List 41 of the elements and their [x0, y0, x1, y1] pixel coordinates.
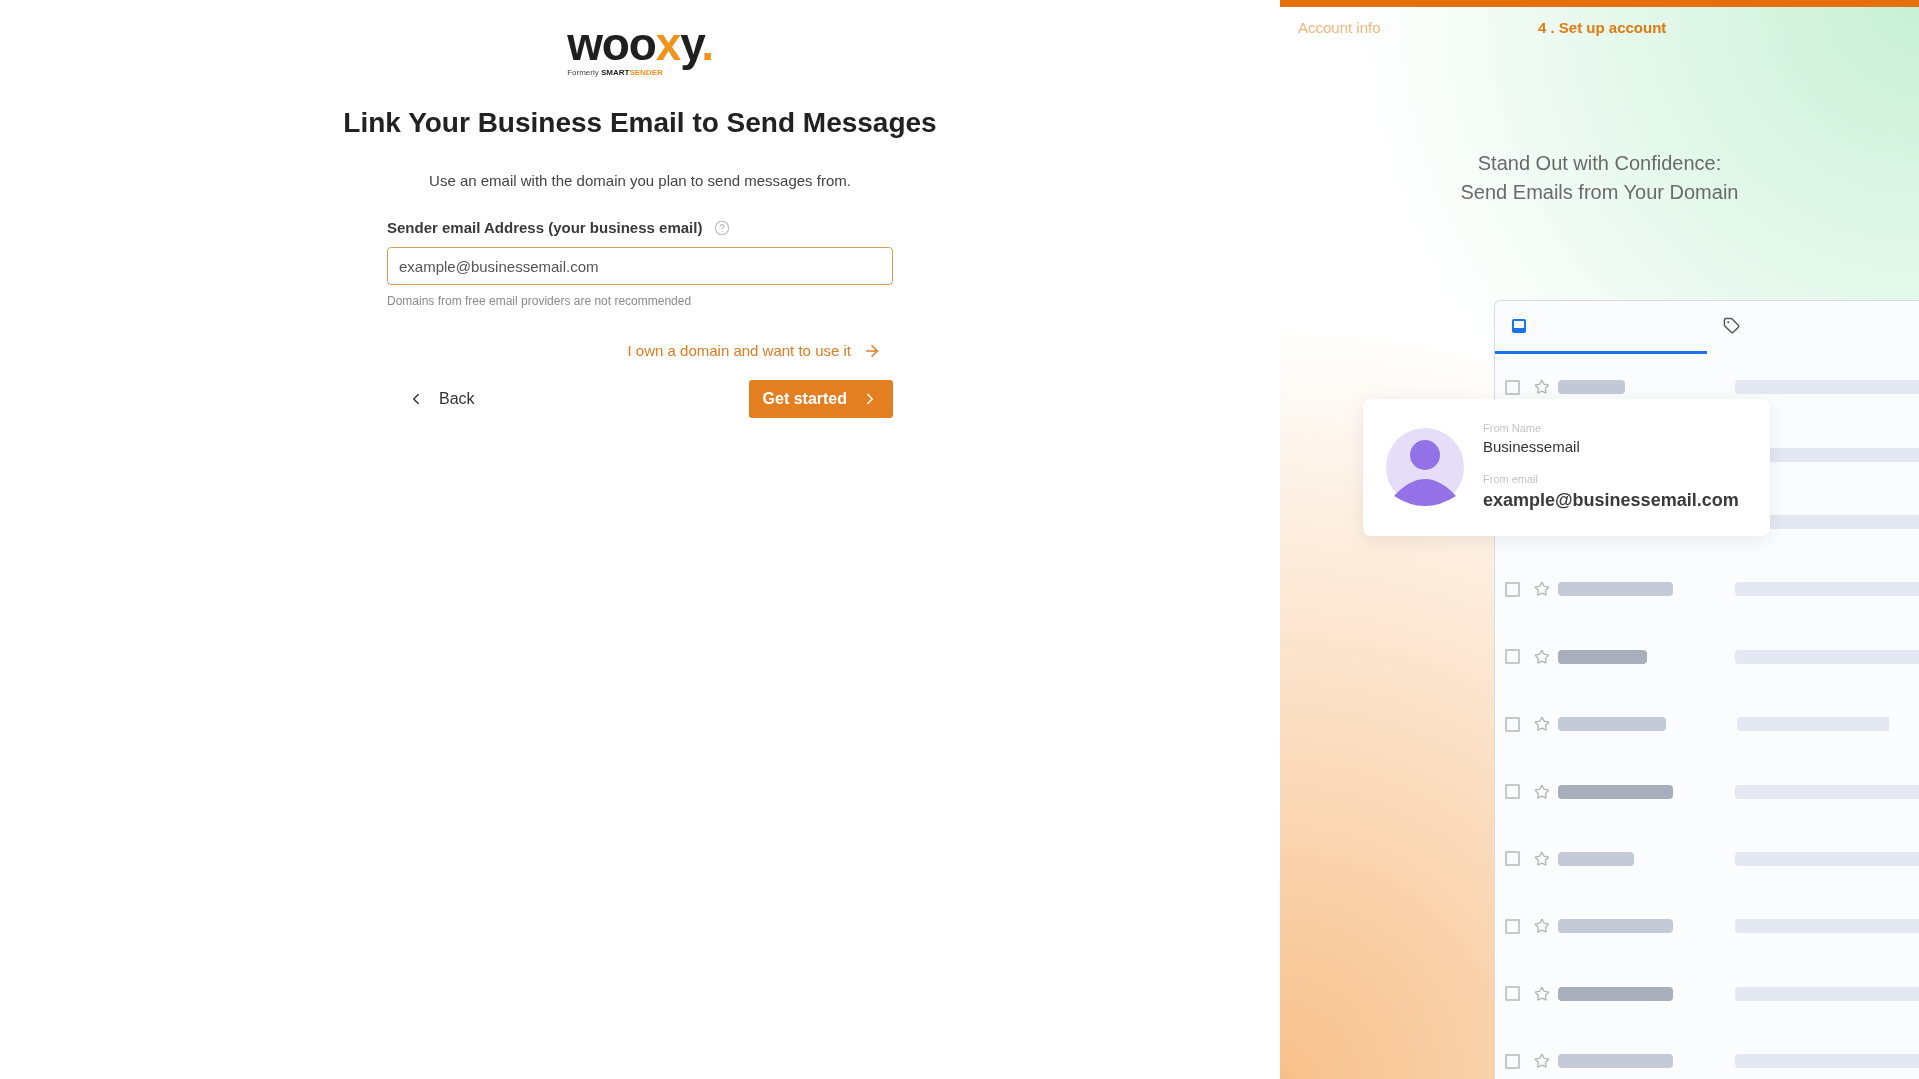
subtitle: Use an email with the domain you plan to send messages from. — [429, 171, 851, 191]
get-started-button[interactable]: Get started — [748, 379, 893, 418]
back-button[interactable]: Back — [407, 386, 475, 411]
headline: Stand Out with Confidence: — [1477, 150, 1722, 176]
logo-tagline: Formerly SMARTSENDER — [567, 68, 663, 78]
from-email: example@businessemail.com — [1483, 489, 1739, 513]
star-icon[interactable] — [1533, 581, 1550, 598]
row-checkbox[interactable] — [1505, 851, 1520, 867]
page-title: Link Your Business Email to Send Messages — [343, 106, 937, 140]
placeholder-bar — [1557, 380, 1626, 395]
row-checkbox[interactable] — [1505, 986, 1520, 1002]
field-label: Sender email Address (your business email) — [387, 217, 703, 238]
inbox-icon — [1511, 317, 1527, 334]
star-icon[interactable] — [1533, 985, 1550, 1002]
star-icon[interactable] — [1533, 918, 1550, 935]
help-icon[interactable] — [714, 219, 731, 236]
row-checkbox[interactable] — [1505, 716, 1520, 732]
from-name-label: From Name — [1483, 420, 1543, 436]
own-domain-link[interactable]: I own a domain and want to use it — [627, 340, 881, 363]
star-icon[interactable] — [1533, 648, 1550, 665]
star-icon[interactable] — [1533, 850, 1550, 867]
row-checkbox[interactable] — [1505, 784, 1520, 800]
star-icon[interactable] — [1534, 716, 1550, 733]
star-icon[interactable] — [1533, 1053, 1550, 1070]
avatar-icon — [1386, 428, 1464, 506]
star-icon[interactable] — [1533, 783, 1550, 800]
row-checkbox[interactable] — [1505, 649, 1520, 665]
row-checkbox[interactable] — [1505, 918, 1520, 934]
field-hint: Domains from free email providers are not recommended — [387, 293, 693, 310]
star-icon[interactable] — [1533, 379, 1550, 396]
row-checkbox[interactable] — [1505, 581, 1520, 597]
from-name: Businessemail — [1483, 437, 1581, 458]
logo-wordmark: wooxy. — [567, 20, 713, 68]
step-label: 4 . Set up account — [1538, 18, 1667, 38]
headline: Send Emails from Your Domain — [1460, 179, 1739, 205]
row-checkbox[interactable] — [1505, 1053, 1520, 1069]
email-field[interactable]: example@businessemail.com — [387, 247, 893, 285]
tag-icon — [1723, 317, 1740, 334]
row-checkbox[interactable] — [1505, 379, 1520, 395]
from-email-label: From email — [1483, 471, 1539, 487]
step-label: Account info — [1298, 18, 1382, 38]
